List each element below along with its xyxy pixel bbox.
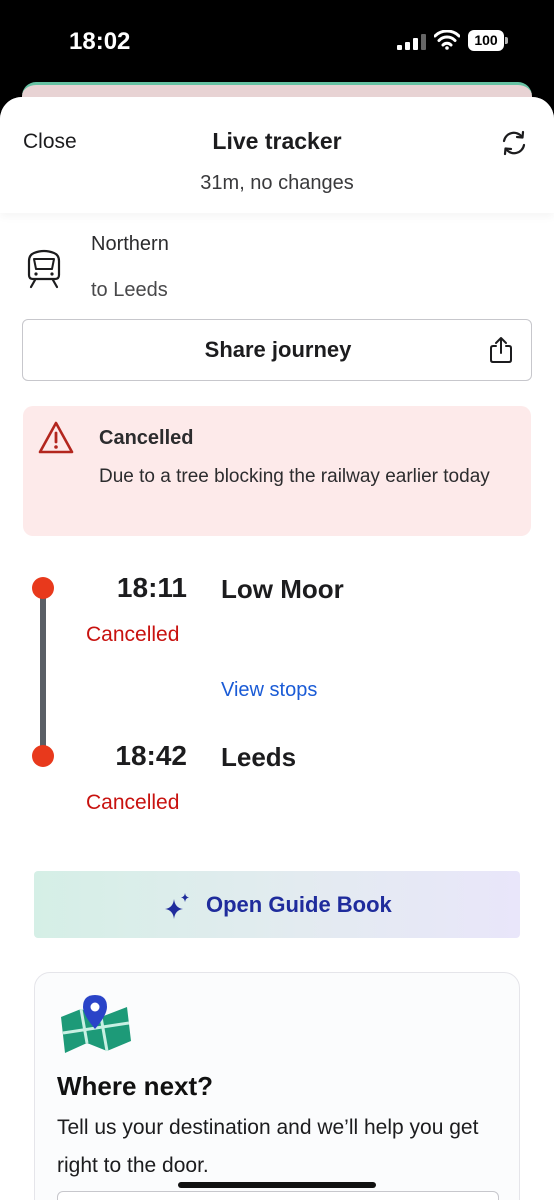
operator-destination: to Leeds [91,279,168,301]
status-time: 18:02 [69,28,131,55]
arrival-time: 18:42 [115,740,187,771]
origin-status: Cancelled [86,623,180,646]
battery-icon: 100 [468,30,508,51]
route-line [40,587,46,757]
where-next-description: Tell us your destination and we’ll help … [57,1116,479,1177]
page-title: Live tracker [212,128,342,154]
destination-status: Cancelled [86,791,180,814]
journey-summary: 31m, no changes [200,172,354,194]
map-pin-icon [61,995,131,1053]
destination-stop-dot [32,745,54,767]
departure-time: 18:11 [116,572,187,603]
share-journey-label: Share journey [204,337,352,362]
operator-name: Northern [91,233,169,255]
battery-tip [505,37,508,44]
battery-level: 100 [468,30,504,51]
sheet-header: Close Live tracker 31m, no changes [0,97,554,213]
alert-message: Due to a tree blocking the railway earli… [99,466,490,487]
signal-icon [397,34,426,50]
share-icon [490,337,512,363]
wifi-icon [434,30,460,50]
train-icon [27,249,61,289]
alert-title: Cancelled [99,427,194,449]
cancellation-alert: Cancelled Due to a tree blocking the rai… [23,406,531,536]
sparkle-icon [165,893,189,919]
share-journey-button[interactable]: Share journey [22,319,532,381]
view-stops-link[interactable]: View stops [221,679,317,702]
origin-station[interactable]: Low Moor [221,574,344,605]
refresh-icon[interactable] [499,128,529,158]
destination-input[interactable] [57,1191,499,1200]
destination-station[interactable]: Leeds [221,742,296,773]
where-next-title: Where next? [57,1071,214,1101]
home-indicator [178,1182,376,1188]
origin-stop-dot [32,577,54,599]
open-guide-book-button[interactable]: Open Guide Book [34,871,520,938]
open-guide-book-label: Open Guide Book [206,892,392,917]
where-next-card: Where next? Tell us your destination and… [34,972,520,1200]
warning-icon [38,421,74,454]
